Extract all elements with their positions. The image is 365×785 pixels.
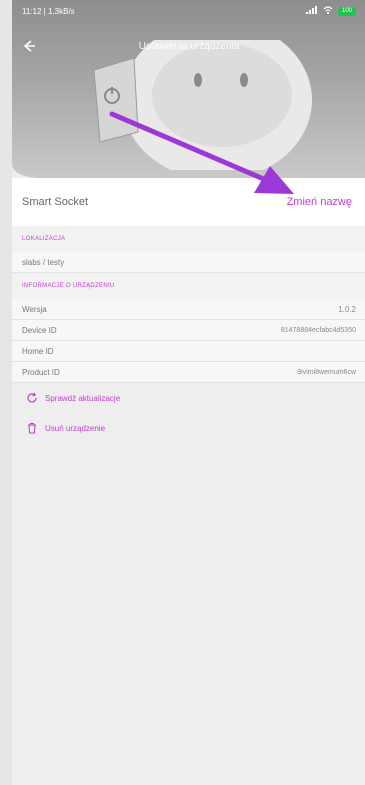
info-value: 81478884ecfabc4d5350 — [280, 326, 356, 334]
trash-icon — [26, 422, 38, 434]
info-label: Wersja — [22, 304, 47, 314]
wifi-icon — [323, 6, 333, 16]
page-title: Ustawienia urządzenia — [138, 41, 240, 52]
battery-icon: 100 — [338, 6, 356, 16]
check-updates-label: Sprawdź aktualizacje — [45, 393, 121, 403]
info-row-home-id: Home ID — [12, 341, 365, 362]
refresh-icon — [26, 392, 38, 404]
status-time: 11:12 | 1,3kB/s — [22, 6, 75, 16]
info-label: Device ID — [22, 325, 57, 335]
device-settings-screen: 11:12 | 1,3kB/s 100 Ustawienia urządzeni… — [12, 0, 365, 785]
remove-device-label: Usuń urządzenie — [45, 423, 106, 433]
section-header-location: LOKALIZACJA — [12, 226, 365, 252]
rename-button[interactable]: Zmień nazwę — [287, 196, 352, 208]
info-label: Home ID — [22, 346, 54, 356]
location-value: slabs / testy — [22, 257, 65, 267]
check-updates-button[interactable]: Sprawdź aktualizacje — [12, 383, 365, 413]
settings-list: LOKALIZACJA slabs / testy INFORMACJE O U… — [12, 226, 365, 443]
signal-icon — [306, 6, 318, 16]
status-bar: 11:12 | 1,3kB/s 100 — [12, 0, 365, 22]
info-value: 9ivimi8wemum6cw — [297, 368, 356, 376]
info-row-device-id: Device ID 81478884ecfabc4d5350 — [12, 320, 365, 341]
info-label: Product ID — [22, 367, 60, 377]
info-row-product-id: Product ID 9ivimi8wemum6cw — [12, 362, 365, 383]
device-name-row: Smart Socket Zmień nazwę — [12, 178, 365, 226]
remove-device-button[interactable]: Usuń urządzenie — [12, 413, 365, 443]
info-row-version: Wersja 1.0.2 — [12, 299, 365, 320]
device-name: Smart Socket — [22, 196, 89, 208]
section-header-device-info: INFORMACJE O URZĄDZENIU — [12, 273, 365, 299]
info-value: 1.0.2 — [338, 304, 356, 314]
smart-socket-image — [93, 40, 312, 170]
location-row[interactable]: slabs / testy — [12, 252, 365, 273]
device-hero-image: 11:12 | 1,3kB/s 100 Ustawienia urządzeni… — [12, 0, 365, 178]
